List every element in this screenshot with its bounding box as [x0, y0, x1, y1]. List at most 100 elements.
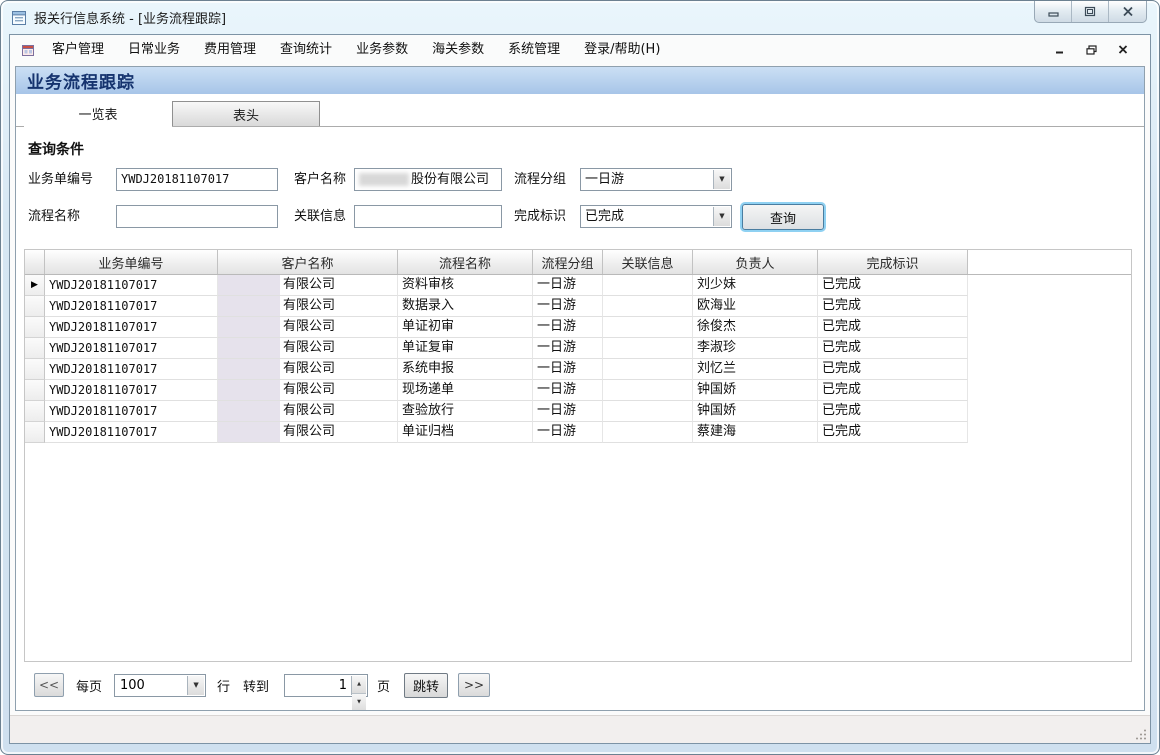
menu-item-query-stats[interactable]: 查询统计 [268, 39, 344, 61]
cell-owner: 刘忆兰 [693, 359, 818, 380]
client-area: 客户管理 日常业务 费用管理 查询统计 业务参数 海关参数 系统管理 登录/帮助… [9, 34, 1151, 744]
redacted-customer-name [218, 296, 280, 317]
flow-group-value: 一日游 [585, 172, 624, 187]
search-button[interactable]: 查询 [742, 204, 824, 230]
column-header-customer[interactable]: 客户名称 [218, 250, 398, 274]
row-selector[interactable] [25, 359, 45, 380]
grid-header: 业务单编号 客户名称 流程名称 流程分组 关联信息 负责人 完成标识 [25, 250, 1131, 275]
menu-item-customs-params[interactable]: 海关参数 [420, 39, 496, 61]
cell-flow-name: 单证初审 [398, 317, 533, 338]
order-no-input[interactable]: YWDJ20181107017 [116, 168, 278, 191]
tab-page-content: 查询条件 业务单编号 YWDJ20181107017 客户名称 股份有限公司 流… [16, 127, 1144, 710]
resize-grip-icon[interactable] [1135, 728, 1147, 740]
cell-owner: 刘少妹 [693, 275, 818, 296]
chevron-down-icon[interactable]: ▼ [713, 207, 730, 226]
cell-flow-name: 系统申报 [398, 359, 533, 380]
order-no-value: YWDJ20181107017 [121, 172, 229, 186]
page-title: 业务流程跟踪 [27, 68, 135, 93]
column-header-flow-group[interactable]: 流程分组 [533, 250, 603, 274]
page-number-value: 1 [339, 678, 347, 693]
row-selector[interactable] [25, 422, 45, 443]
mdi-restore-button[interactable] [1084, 43, 1098, 57]
maximize-button[interactable] [1072, 1, 1109, 22]
per-page-select[interactable]: 100 ▼ [114, 674, 206, 697]
cell-owner: 蔡建海 [693, 422, 818, 443]
per-page-label: 每页 [76, 676, 102, 695]
complete-flag-label: 完成标识 [514, 205, 566, 228]
data-grid: 业务单编号 客户名称 流程名称 流程分组 关联信息 负责人 完成标识 ▶YWDJ… [24, 249, 1132, 662]
row-selector[interactable] [25, 380, 45, 401]
table-row[interactable]: YWDJ20181107017有限公司系统申报一日游刘忆兰已完成 [25, 359, 988, 380]
status-bar [10, 715, 1150, 743]
column-header-flow-name[interactable]: 流程名称 [398, 250, 533, 274]
table-row[interactable]: YWDJ20181107017有限公司现场递单一日游钟国娇已完成 [25, 380, 988, 401]
redacted-customer-name [218, 380, 280, 401]
prev-page-button[interactable]: << [34, 673, 64, 697]
minimize-button[interactable] [1035, 1, 1072, 22]
cell-owner: 李淑珍 [693, 338, 818, 359]
column-header-related-info[interactable]: 关联信息 [603, 250, 693, 274]
cell-flow-group: 一日游 [533, 317, 603, 338]
row-selector[interactable]: ▶ [25, 275, 45, 296]
tab-header[interactable]: 表头 [172, 101, 320, 126]
table-row[interactable]: YWDJ20181107017有限公司单证复审一日游李淑珍已完成 [25, 338, 988, 359]
mdi-window-controls [1052, 43, 1140, 57]
jump-button[interactable]: 跳转 [404, 673, 448, 698]
cell-customer: 有限公司 [218, 296, 398, 317]
next-page-button[interactable]: >> [458, 673, 490, 697]
cell-status: 已完成 [818, 338, 968, 359]
tab-overview[interactable]: 一览表 [24, 100, 172, 127]
related-info-input[interactable] [354, 205, 502, 228]
cell-related-info [603, 380, 693, 401]
cell-related-info [603, 338, 693, 359]
menu-bar: 客户管理 日常业务 费用管理 查询统计 业务参数 海关参数 系统管理 登录/帮助… [10, 35, 1150, 64]
cell-order-no: YWDJ20181107017 [45, 296, 218, 317]
spinner-up-icon[interactable]: ▲ [352, 676, 366, 694]
column-header-order-no[interactable]: 业务单编号 [45, 250, 218, 274]
chevron-down-icon[interactable]: ▼ [187, 676, 204, 695]
cell-related-info [603, 317, 693, 338]
menu-item-daily-business[interactable]: 日常业务 [116, 39, 192, 61]
row-selector[interactable] [25, 401, 45, 422]
complete-flag-select[interactable]: 已完成 ▼ [580, 205, 732, 228]
page-title-band: 业务流程跟踪 [16, 67, 1144, 94]
window-title: 报关行信息系统 - [业务流程跟踪] [34, 8, 226, 27]
menu-item-business-params[interactable]: 业务参数 [344, 39, 420, 61]
row-selector[interactable] [25, 317, 45, 338]
menu-item-customer-mgmt[interactable]: 客户管理 [40, 39, 116, 61]
flow-group-label: 流程分组 [514, 168, 566, 191]
menu-item-login-help[interactable]: 登录/帮助(H) [572, 39, 672, 61]
cell-order-no: YWDJ20181107017 [45, 338, 218, 359]
chevron-down-icon[interactable]: ▼ [713, 170, 730, 189]
menu-item-system-mgmt[interactable]: 系统管理 [496, 39, 572, 61]
close-button[interactable] [1109, 1, 1146, 22]
cell-status: 已完成 [818, 296, 968, 317]
customer-name-input[interactable]: 股份有限公司 [354, 168, 502, 191]
cell-flow-group: 一日游 [533, 338, 603, 359]
menu-item-fee-mgmt[interactable]: 费用管理 [192, 39, 268, 61]
row-selector[interactable] [25, 338, 45, 359]
mdi-close-button[interactable] [1116, 43, 1130, 57]
page-unit-label: 页 [377, 676, 390, 695]
column-header-owner[interactable]: 负责人 [693, 250, 818, 274]
flow-name-input[interactable] [116, 205, 278, 228]
cell-flow-group: 一日游 [533, 359, 603, 380]
table-row[interactable]: YWDJ20181107017有限公司单证归档一日游蔡建海已完成 [25, 422, 988, 443]
page-number-input[interactable]: 1 ▲ ▼ [284, 674, 368, 697]
table-row[interactable]: ▶YWDJ20181107017有限公司资料审核一日游刘少妹已完成 [25, 275, 988, 296]
minimize-icon [1048, 7, 1059, 17]
spinner-down-icon[interactable]: ▼ [352, 694, 366, 711]
table-row[interactable]: YWDJ20181107017有限公司查验放行一日游钟国娇已完成 [25, 401, 988, 422]
column-header-status[interactable]: 完成标识 [818, 250, 968, 274]
close-icon [1122, 6, 1134, 17]
tab-label: 表头 [233, 105, 259, 124]
cell-order-no: YWDJ20181107017 [45, 275, 218, 296]
cell-status: 已完成 [818, 422, 968, 443]
cell-owner: 钟国娇 [693, 401, 818, 422]
mdi-minimize-button[interactable] [1052, 43, 1066, 57]
table-row[interactable]: YWDJ20181107017有限公司单证初审一日游徐俊杰已完成 [25, 317, 988, 338]
cell-customer: 有限公司 [218, 338, 398, 359]
flow-group-select[interactable]: 一日游 ▼ [580, 168, 732, 191]
table-row[interactable]: YWDJ20181107017有限公司数据录入一日游欧海业已完成 [25, 296, 988, 317]
row-selector[interactable] [25, 296, 45, 317]
